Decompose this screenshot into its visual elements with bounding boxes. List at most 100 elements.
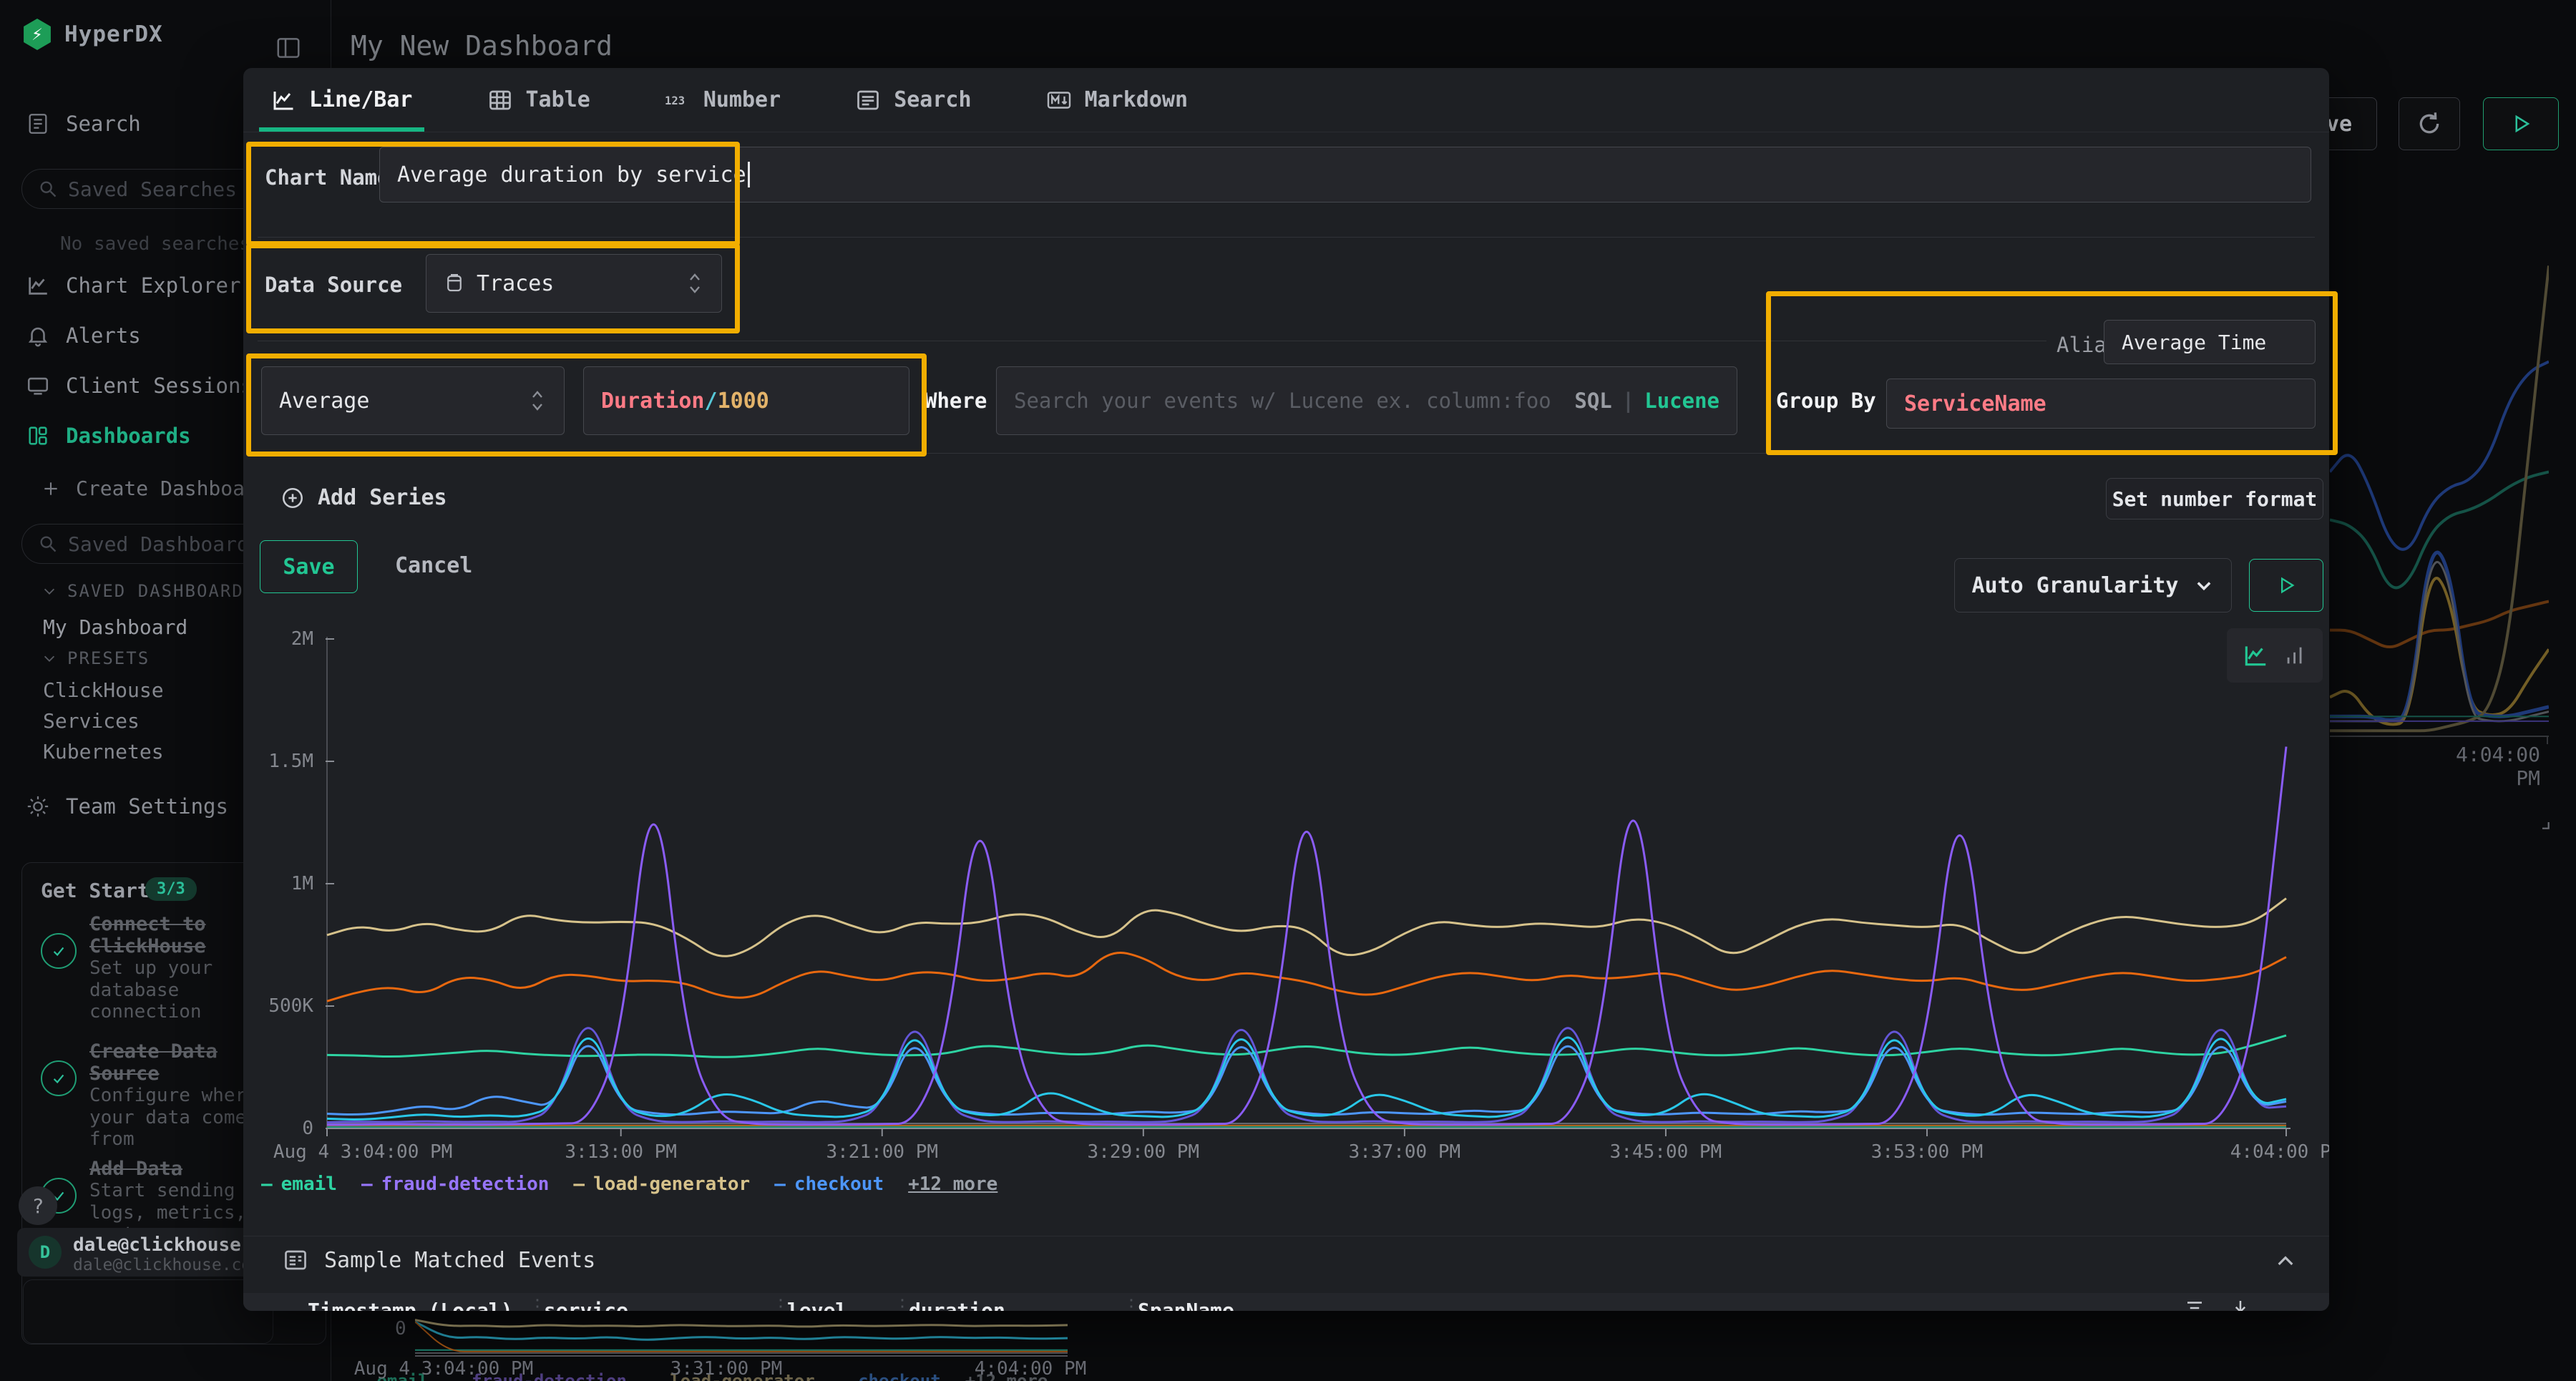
get-started-badge: 3/3: [145, 877, 197, 901]
aggregation-value: Average: [279, 389, 369, 414]
lucene-mode-toggle[interactable]: Lucene: [1644, 389, 1719, 413]
page-title[interactable]: My New Dashboard: [351, 30, 613, 62]
legend-item-load-generator[interactable]: —load-generator: [573, 1173, 750, 1195]
aggregation-select[interactable]: Average: [261, 366, 565, 435]
refresh-button[interactable]: [2399, 97, 2460, 150]
select-chevrons-icon: [528, 388, 547, 414]
sidebar-item-alerts[interactable]: Alerts: [26, 323, 141, 348]
num123-icon: 123: [665, 87, 691, 113]
save-button[interactable]: Save: [260, 540, 358, 593]
tab-table[interactable]: Table: [480, 68, 597, 132]
help-button[interactable]: ?: [19, 1186, 57, 1225]
tab-line-bar[interactable]: Line/Bar: [263, 68, 420, 132]
where-search-input[interactable]: Search your events w/ Lucene ex. column:…: [996, 366, 1737, 435]
legend-dash: —: [774, 1173, 786, 1195]
x-tick-label: 3:37:00 PM: [1349, 1141, 1461, 1163]
get-started-item-title: Add Data: [89, 1158, 268, 1180]
legend-item-checkout[interactable]: —checkout: [839, 1371, 941, 1381]
sidebar-item-dashboards[interactable]: Dashboards: [26, 424, 191, 448]
monitor-icon: [26, 374, 50, 398]
brand[interactable]: ⚡ HyperDX: [21, 19, 163, 50]
plus-circle-icon: [280, 486, 305, 510]
chart-run-button[interactable]: [2249, 559, 2323, 612]
tab-markdown[interactable]: Markdown: [1039, 68, 1196, 132]
check-circle-icon: [41, 933, 77, 969]
play-icon: [2276, 575, 2296, 595]
column-header-level[interactable]: level: [787, 1299, 847, 1311]
chart-name-value: Average duration by service: [397, 162, 746, 187]
chart-legend: —email—fraud-detection—load-generator—ch…: [261, 1173, 997, 1195]
x-tick-label: Aug 4 3:04:00 PM: [273, 1141, 452, 1163]
chevron-down-icon: [42, 583, 57, 599]
series-series-violet: [327, 1028, 2286, 1123]
legend-dash: —: [839, 1371, 849, 1381]
resize-handle-icon[interactable]: [2533, 813, 2552, 831]
hyperdx-logo-icon: ⚡: [21, 19, 53, 50]
sample-events-title: Sample Matched Events: [324, 1248, 595, 1273]
mini-x-tick-label: 3:31:00 PM: [670, 1358, 783, 1380]
chevron-down-icon: [2194, 575, 2214, 595]
x-tick-label: 3:53:00 PM: [1871, 1141, 1984, 1163]
legend-item-email[interactable]: —email: [261, 1173, 337, 1195]
tab-label: Line/Bar: [309, 87, 413, 112]
plus-icon: [42, 479, 60, 498]
tab-search[interactable]: Search: [848, 68, 978, 132]
sidebar-item-services[interactable]: Services: [43, 709, 140, 733]
column-header-duration[interactable]: duration: [909, 1299, 1005, 1311]
field-expression-input[interactable]: Duration/1000: [583, 366, 909, 435]
run-query-button[interactable]: [2483, 97, 2559, 150]
sample-events-header[interactable]: Sample Matched Events: [283, 1247, 595, 1273]
user-menu[interactable]: D dale@clickhouse.c dale@clickhouse.com'…: [17, 1228, 272, 1277]
filter-icon[interactable]: [2184, 1297, 2205, 1311]
sidebar-item-search[interactable]: Search: [26, 112, 141, 136]
series-blue: [2330, 361, 2549, 549]
sidebar-item-chart-explorer[interactable]: Chart Explorer: [26, 273, 240, 298]
group-by-value: ServiceName: [1904, 391, 2046, 416]
data-source-select[interactable]: Traces: [426, 254, 722, 313]
series-email: [327, 1035, 2286, 1057]
cancel-button[interactable]: Cancel: [395, 553, 472, 578]
presets-section[interactable]: PRESETS: [42, 648, 150, 668]
alias-input[interactable]: Average Time: [2104, 320, 2316, 364]
set-number-format-button[interactable]: Set number format: [2106, 478, 2323, 519]
main-chart[interactable]: [326, 630, 2292, 1141]
granularity-select[interactable]: Auto Granularity: [1954, 558, 2232, 613]
sidebar-item-my-dashboard[interactable]: My Dashboard: [43, 615, 187, 639]
download-icon[interactable]: [2230, 1297, 2251, 1311]
legend-item-fraud-detection[interactable]: —fraud-detection: [361, 1173, 549, 1195]
collapse-chevron-up-icon[interactable]: [2274, 1250, 2297, 1273]
sidebar-item-team-settings[interactable]: Team Settings: [26, 794, 228, 819]
chart-name-input[interactable]: Average duration by service: [379, 147, 2311, 202]
legend-more-link[interactable]: +12 more: [908, 1173, 997, 1195]
add-series-button[interactable]: Add Series: [280, 485, 447, 510]
column-header-service[interactable]: service: [544, 1299, 628, 1311]
create-dashboard-button[interactable]: Create Dashboard: [42, 477, 269, 500]
sidebar-item-kubernetes[interactable]: Kubernetes: [43, 740, 164, 763]
legend-item-checkout[interactable]: —checkout: [774, 1173, 884, 1195]
saved-dashboards-section[interactable]: SAVED DASHBOARDS: [42, 581, 255, 601]
where-placeholder: Search your events w/ Lucene ex. column:…: [1014, 389, 1551, 413]
tab-number[interactable]: 123Number: [658, 68, 788, 132]
get-started-item: Connect to ClickHouseSet up your databas…: [41, 913, 268, 1023]
group-by-label: Group By: [1776, 389, 1876, 413]
search-icon: [38, 534, 58, 554]
legend-label: fraud-detection: [381, 1173, 550, 1195]
search-icon: [38, 179, 58, 199]
column-header-timestamp-local-[interactable]: Timestamp (Local): [308, 1299, 513, 1311]
database-icon: [444, 271, 465, 296]
get-started-item-title: Connect to ClickHouse: [89, 913, 268, 957]
user-email: dale@clickhouse.c: [73, 1234, 263, 1256]
column-header-spanname[interactable]: SpanName: [1138, 1299, 1234, 1311]
series-orange: [2330, 601, 2549, 647]
sidebar-item-client-sessions[interactable]: Client Sessions: [26, 374, 253, 398]
sidebar-item-clickhouse[interactable]: ClickHouse: [43, 678, 164, 702]
legend-dash: —: [261, 1173, 273, 1195]
sidebar-collapse-icon[interactable]: [275, 34, 302, 62]
mode-separator: |: [1622, 389, 1634, 413]
tablegrid-icon: [487, 87, 513, 113]
group-by-input[interactable]: ServiceName: [1886, 379, 2316, 429]
chartline-icon: [26, 273, 50, 298]
sample-events-table-header: Timestamp (Local)⋮service⋮level⋮duration…: [243, 1293, 2329, 1311]
sidebar-item-label: Alerts: [66, 323, 141, 348]
sql-mode-toggle[interactable]: SQL: [1574, 389, 1611, 413]
